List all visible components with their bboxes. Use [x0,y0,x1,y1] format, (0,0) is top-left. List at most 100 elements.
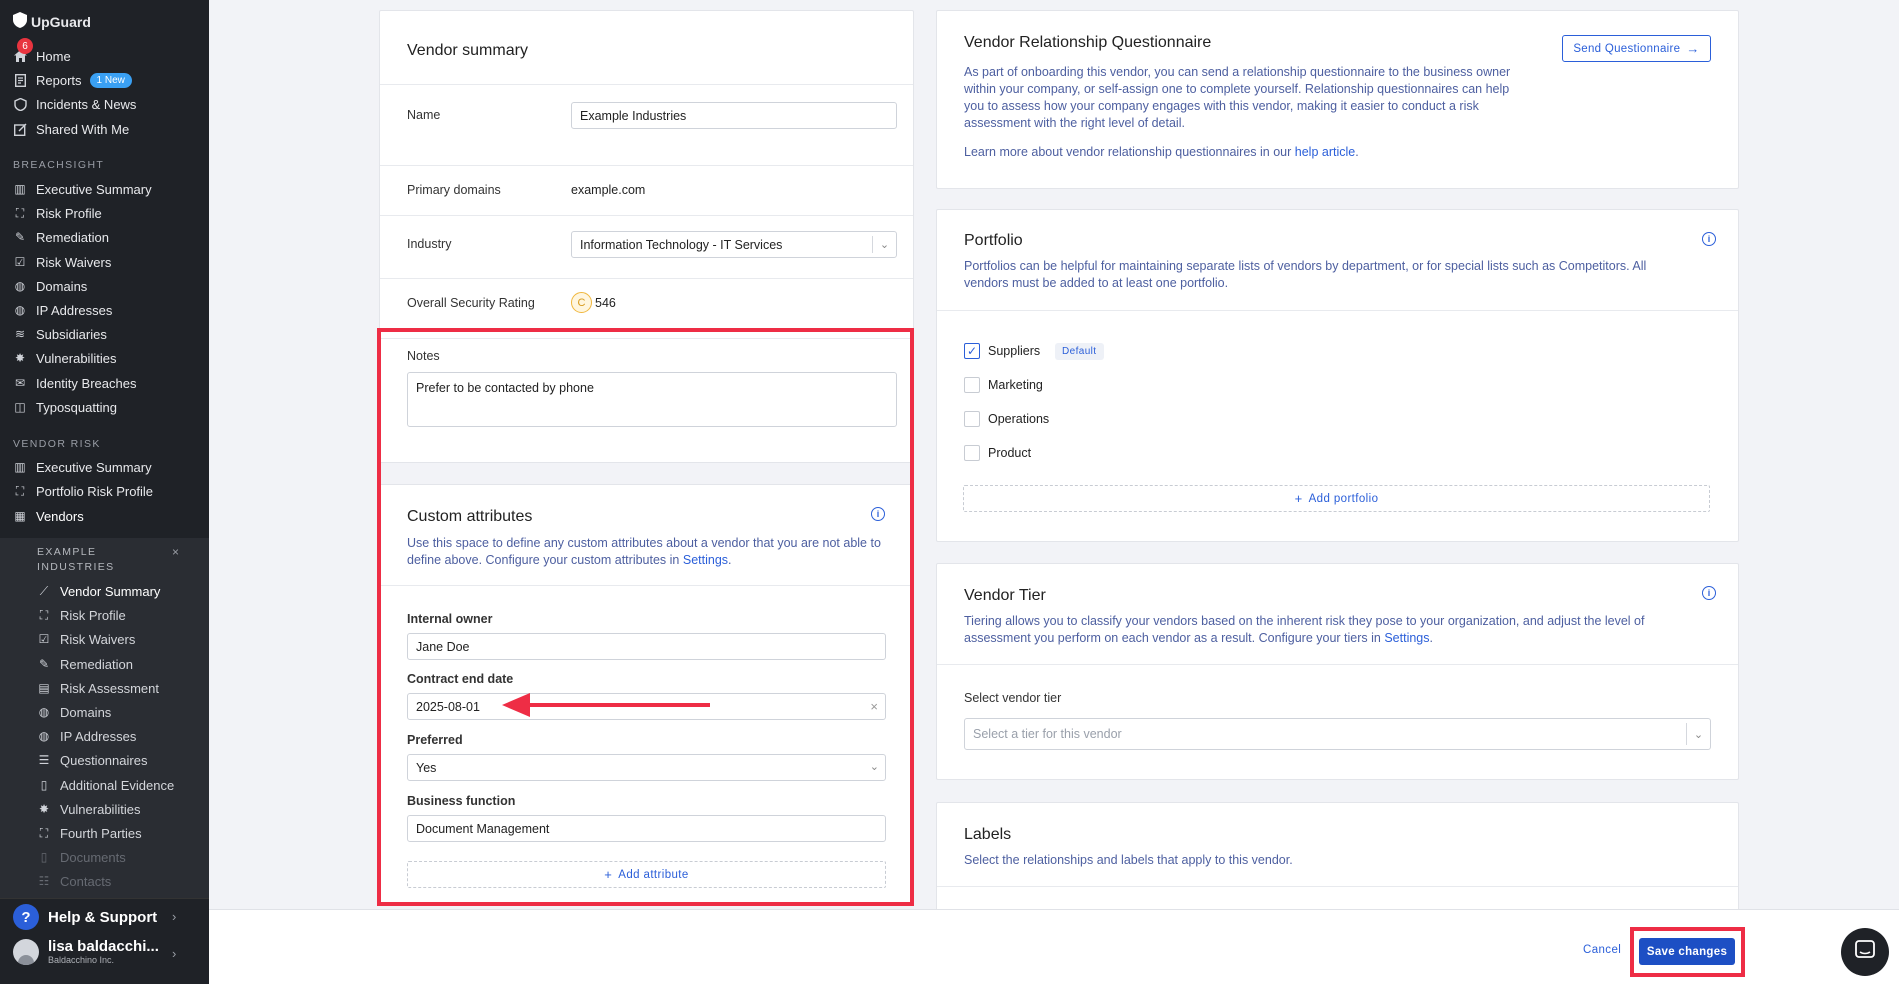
highlight-box [377,328,914,906]
sidebar-item-label: Risk Waivers [60,631,136,647]
sidebar-item-label: Risk Profile [60,607,126,623]
checkbox-operations[interactable] [964,411,980,427]
user-menu[interactable]: lisa baldacchi... Baldacchino Inc. [13,938,159,965]
sidebar-item-bs-risk-profile[interactable]: ⛶ Risk Profile [0,201,209,225]
question-icon: ? [13,904,39,930]
sidebar-item-vendor-fourth-parties[interactable]: ⛶ Fourth Parties [0,821,209,845]
typosquat-icon: ◫ [14,400,26,414]
checkbox-icon: ☑ [14,255,26,269]
security-rating-label: Overall Security Rating [407,296,535,310]
sidebar-item-bs-subsidiaries[interactable]: ≋ Subsidiaries [0,322,209,346]
cancel-button[interactable]: Cancel [1583,944,1621,956]
card-title: Labels [964,826,1012,843]
sidebar-item-label: Vulnerabilities [60,801,141,817]
sidebar-item-label: Identity Breaches [36,375,137,391]
divider [937,310,1738,311]
sidebar-item-bs-typosquatting[interactable]: ◫ Typosquatting [0,395,209,419]
help-support-label: Help & Support [48,908,158,926]
sidebar-item-vendor-ip-addresses[interactable]: ◍ IP Addresses [0,724,209,748]
close-icon[interactable]: × [172,545,179,559]
sidebar-item-label: Remediation [60,656,133,672]
checkbox-marketing[interactable] [964,377,980,393]
chat-launcher-button[interactable] [1841,928,1889,976]
plus-icon: + [1294,491,1303,506]
divider [937,664,1738,665]
sidebar-item-label: Remediation [36,229,109,245]
sidebar-item-vr-vendors[interactable]: ▦ Vendors [0,504,209,528]
shield-icon [13,12,27,31]
sidebar-item-label: Executive Summary [36,459,152,475]
info-icon[interactable]: i [1702,586,1716,600]
card-title: Vendor Tier [964,587,1046,604]
sidebar-item-bs-ip-addresses[interactable]: ◍ IP Addresses [0,298,209,322]
portfolio-item-label: Suppliers [988,344,1041,358]
wrench-icon: ✎ [38,657,50,671]
sidebar-item-vendor-risk-assessment[interactable]: ▤ Risk Assessment [0,676,209,700]
sidebar-item-reports[interactable]: Reports 1 New [0,68,209,92]
industry-value: Information Technology - IT Services [580,237,783,252]
sidebar-item-vr-portfolio-risk-profile[interactable]: ⛶ Portfolio Risk Profile [0,479,209,503]
checkbox-suppliers[interactable]: ✓ [964,343,980,359]
add-portfolio-button[interactable]: + Add portfolio [963,485,1710,512]
sidebar-item-bs-remediation[interactable]: ✎ Remediation [0,225,209,249]
chevron-right-icon: › [172,946,177,961]
sidebar: UpGuard Home 6 Reports 1 New Incidents &… [0,0,209,984]
sidebar-item-label: Subsidiaries [36,326,107,342]
card-title: Vendor Relationship Questionnaire [964,34,1212,51]
upguard-logo[interactable]: UpGuard [13,12,91,31]
sidebar-item-vr-executive-summary[interactable]: ▥ Executive Summary [0,455,209,479]
rating-grade-icon: C [571,292,592,313]
sidebar-item-bs-vulnerabilities[interactable]: ✸ Vulnerabilities [0,346,209,370]
checklist-icon: ☰ [38,753,50,767]
chevron-down-icon: ⌄ [872,236,896,253]
sidebar-item-incidents[interactable]: Incidents & News [0,92,209,116]
sidebar-item-label: Risk Waivers [36,254,112,270]
sidebar-item-vendor-questionnaires[interactable]: ☰ Questionnaires [0,748,209,772]
sidebar-item-bs-executive-summary[interactable]: ▥ Executive Summary [0,177,209,201]
sidebar-item-vendor-risk-waivers[interactable]: ☑ Risk Waivers [0,627,209,651]
vendor-name-input[interactable]: Example Industries [571,102,897,129]
sidebar-item-label: Risk Profile [36,205,102,221]
sidebar-item-label: Questionnaires [60,752,148,768]
chevron-down-icon: ⌄ [1686,723,1710,745]
sidebar-item-label: Home [36,48,71,64]
sidebar-item-vendor-remediation[interactable]: ✎ Remediation [0,652,209,676]
help-article-link[interactable]: help article [1295,145,1355,159]
sidebar-item-vendor-risk-profile[interactable]: ⛶ Risk Profile [0,603,209,627]
sidebar-item-label: IP Addresses [60,728,137,744]
questionnaire-card: Vendor Relationship Questionnaire Send Q… [936,10,1739,189]
sidebar-item-vendor-contacts[interactable]: ☷ Contacts [0,869,209,893]
sidebar-item-label: Fourth Parties [60,825,142,841]
sidebar-item-label: Contacts [60,873,112,889]
section-title-vendor-risk: VENDOR RISK [13,438,101,450]
sidebar-item-bs-identity-breaches[interactable]: ✉ Identity Breaches [0,371,209,395]
globe-icon: ◍ [38,705,50,719]
settings-link[interactable]: Settings [1384,631,1429,645]
user-name: lisa baldacchi... [48,938,159,955]
primary-domains-label: Primary domains [407,183,501,197]
sidebar-item-bs-domains[interactable]: ◍ Domains [0,274,209,298]
sidebar-item-vendor-documents[interactable]: ▯ Documents [0,845,209,869]
sidebar-item-vendor-domains[interactable]: ◍ Domains [0,700,209,724]
checkbox-product[interactable] [964,445,980,461]
sidebar-item-label: Incidents & News [36,96,137,112]
primary-domains-value: example.com [571,183,646,197]
notification-count-badge: 6 [17,38,33,54]
industry-select[interactable]: Information Technology - IT Services ⌄ [571,231,897,258]
divider [380,84,913,85]
sidebar-item-shared[interactable]: Shared With Me [0,117,209,141]
divider [937,886,1738,887]
globe-icon: ◍ [14,279,26,293]
sidebar-item-label: Executive Summary [36,181,152,197]
info-icon[interactable]: i [1702,232,1716,246]
sidebar-item-label: Risk Assessment [60,680,159,696]
vendor-tier-select[interactable]: Select a tier for this vendor ⌄ [964,718,1711,750]
sidebar-item-vendor-additional-evidence[interactable]: ▯ Additional Evidence [0,773,209,797]
sidebar-item-vendor-vulnerabilities[interactable]: ✸ Vulnerabilities [0,797,209,821]
risk-profile-icon: ⛶ [15,483,25,498]
sidebar-item-vendor-summary[interactable]: ⟋ Vendor Summary [0,579,209,603]
help-support-button[interactable]: ? Help & Support [13,904,157,930]
vendor-tier-description: Tiering allows you to classify your vend… [964,614,1645,645]
sidebar-item-bs-risk-waivers[interactable]: ☑ Risk Waivers [0,250,209,274]
send-questionnaire-button[interactable]: Send Questionnaire → [1562,35,1711,62]
